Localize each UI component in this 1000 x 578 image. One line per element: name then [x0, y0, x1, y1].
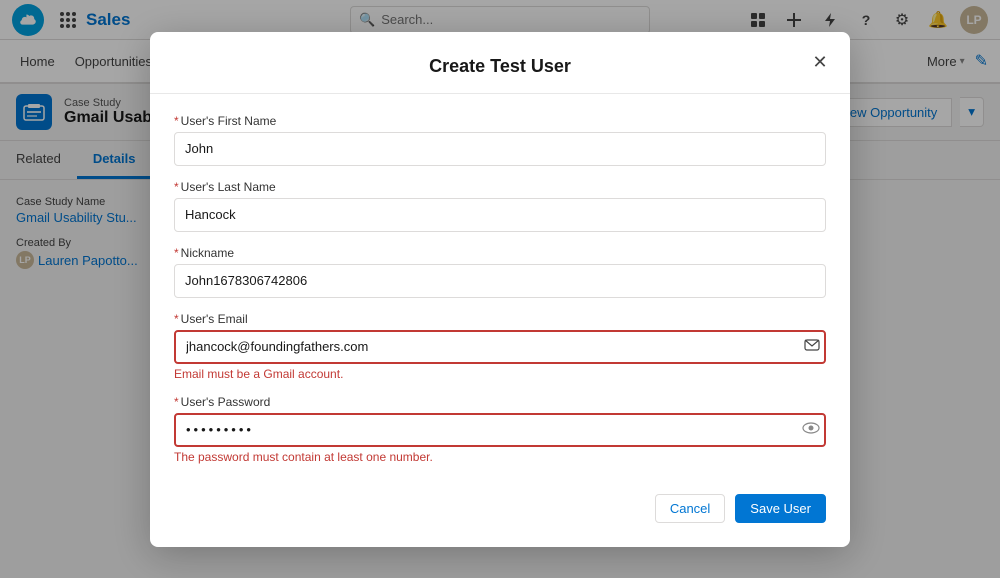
email-input[interactable]: [174, 330, 826, 364]
modal-header: Create Test User ✕: [150, 32, 850, 94]
required-star: *: [174, 395, 179, 409]
modal-title: Create Test User: [429, 56, 571, 76]
email-field: *User's Email Email must be a Gmail acco…: [174, 312, 826, 381]
email-input-wrap: [174, 330, 826, 364]
modal-overlay: Create Test User ✕ *User's First Name *U…: [0, 0, 1000, 578]
nickname-label: *Nickname: [174, 246, 826, 260]
password-field: *User's Password The password must conta…: [174, 395, 826, 464]
nickname-field: *Nickname: [174, 246, 826, 298]
required-star: *: [174, 180, 179, 194]
required-star: *: [174, 114, 179, 128]
required-star: *: [174, 312, 179, 326]
email-label: *User's Email: [174, 312, 826, 326]
password-toggle-button[interactable]: [802, 421, 820, 439]
modal: Create Test User ✕ *User's First Name *U…: [150, 32, 850, 547]
last-name-label: *User's Last Name: [174, 180, 826, 194]
nickname-input[interactable]: [174, 264, 826, 298]
last-name-field: *User's Last Name: [174, 180, 826, 232]
password-input-wrap: [174, 413, 826, 447]
password-error-msg: The password must contain at least one n…: [174, 450, 826, 464]
cancel-button[interactable]: Cancel: [655, 494, 725, 523]
password-input[interactable]: [174, 413, 826, 447]
modal-footer: Cancel Save User: [150, 478, 850, 527]
modal-close-button[interactable]: ✕: [806, 48, 834, 76]
modal-body: *User's First Name *User's Last Name *Ni…: [150, 94, 850, 464]
first-name-input[interactable]: [174, 132, 826, 166]
email-clear-button[interactable]: [804, 338, 820, 356]
required-star: *: [174, 246, 179, 260]
last-name-input[interactable]: [174, 198, 826, 232]
password-label: *User's Password: [174, 395, 826, 409]
first-name-label: *User's First Name: [174, 114, 826, 128]
email-error-msg: Email must be a Gmail account.: [174, 367, 826, 381]
first-name-field: *User's First Name: [174, 114, 826, 166]
save-user-button[interactable]: Save User: [735, 494, 826, 523]
